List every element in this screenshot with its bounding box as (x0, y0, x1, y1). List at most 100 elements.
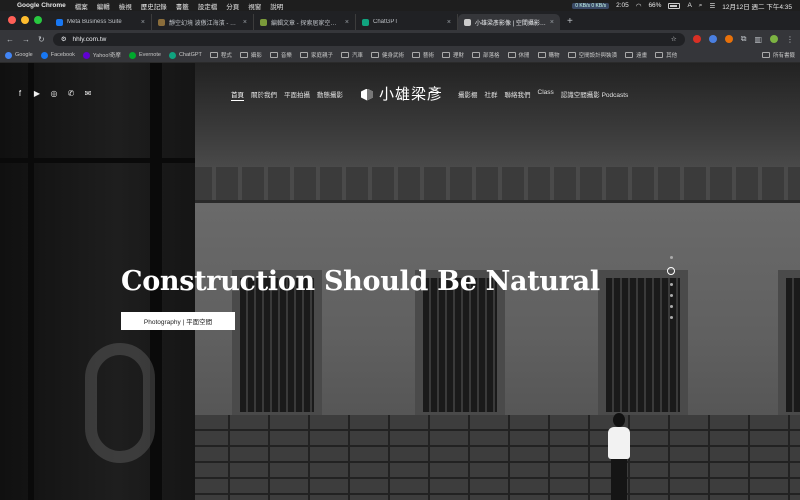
profile-avatar[interactable] (770, 35, 778, 43)
nav-contact[interactable]: 聯絡我們 (505, 89, 531, 99)
instagram-icon[interactable]: ◎ (50, 89, 58, 98)
hero-cta-button[interactable]: Photography | 平面空間 (121, 312, 235, 330)
nav-about[interactable]: 關於我們 (251, 89, 277, 101)
chatgpt-favicon-icon (362, 18, 369, 26)
menu-profiles[interactable]: 設定檔 (198, 1, 218, 11)
reload-icon[interactable]: ↻ (38, 35, 45, 44)
menu-history[interactable]: 歷史記錄 (141, 1, 167, 11)
slide-dot[interactable] (669, 305, 673, 308)
slide-dot[interactable] (669, 256, 673, 259)
all-bookmarks-button[interactable]: 所有書籤 (761, 51, 795, 59)
site-info-icon[interactable]: ⚙ (61, 35, 67, 43)
slide-dot[interactable] (669, 316, 673, 319)
close-window-button[interactable] (8, 16, 16, 24)
bookmark-chatgpt[interactable]: ChatGPT (168, 51, 202, 59)
bookmark-folder-blog[interactable]: 部落格 (472, 51, 500, 59)
bookmark-evernote[interactable]: Evernote (128, 51, 161, 59)
facebook-icon[interactable]: f (16, 89, 24, 98)
menu-bookmarks[interactable]: 書籤 (176, 1, 189, 11)
folder-icon (537, 52, 546, 58)
close-tab-icon[interactable]: × (141, 19, 145, 26)
address-bar[interactable]: ⚙ hhly.com.tw ☆ (52, 32, 685, 46)
search-icon[interactable]: ⌕ (699, 2, 703, 10)
bookmark-folder-art[interactable]: 藝術 (411, 51, 434, 59)
tab-chatgpt[interactable]: ChatGPT × (356, 14, 458, 30)
input-method-icon[interactable]: A (687, 2, 691, 9)
bookmark-folder-drawing[interactable]: 遠畫 (625, 51, 647, 59)
tab-hhly-active[interactable]: 小雄梁彥影像 | 空間攝影 | 室內... × (458, 14, 560, 30)
bookmark-star-icon[interactable]: ☆ (671, 35, 677, 43)
tab-edit-article[interactable]: 編輯文章 - 探索居家空間攝影... × (254, 14, 356, 30)
slider-pagination (667, 256, 675, 319)
minimize-window-button[interactable] (21, 16, 29, 24)
bookmark-folder-finance[interactable]: 理財 (442, 51, 464, 59)
new-tab-button[interactable]: + (560, 16, 580, 30)
bookmark-folder-other[interactable]: 其他 (655, 51, 677, 59)
bookmark-folder-leisure[interactable]: 休閒 (507, 51, 530, 59)
nav-home[interactable]: 首頁 (231, 89, 244, 101)
close-tab-icon[interactable]: × (447, 19, 451, 26)
yahoo-icon (82, 51, 90, 59)
close-tab-icon[interactable]: × (550, 19, 554, 26)
slide-dot[interactable] (669, 294, 673, 297)
menubar-clock[interactable]: 12月12日 週二 下午4:35 (722, 1, 792, 11)
more-menu-icon[interactable]: ⋮ (786, 35, 794, 44)
control-center-icon[interactable]: ☰ (709, 2, 715, 10)
menu-help[interactable]: 說明 (270, 1, 283, 11)
wifi-icon[interactable]: ◠ (636, 2, 642, 10)
menubar-status-area: 0 KB/s 0 KB/s 2:05 ◠ 66% A ⌕ ☰ 12月12日 週二… (572, 1, 792, 11)
network-speed[interactable]: 0 KB/s 0 KB/s (572, 2, 610, 9)
mail-icon[interactable]: ✉ (84, 89, 92, 98)
extension-orange-icon[interactable] (724, 35, 733, 43)
nav-studio[interactable]: 攝影棚 (458, 89, 478, 99)
bookmark-folder-fitness[interactable]: 健身武術 (370, 51, 404, 59)
person-legs (611, 459, 627, 500)
back-arrow-icon[interactable]: ← (6, 35, 14, 44)
nav-community[interactable]: 社群 (485, 89, 498, 99)
bookmark-folder-photography[interactable]: 攝影 (239, 51, 262, 59)
nav-video[interactable]: 動態攝影 (317, 89, 343, 101)
menu-edit[interactable]: 編輯 (97, 1, 110, 11)
facade-beam (28, 63, 34, 500)
youtube-icon[interactable]: ▶ (33, 89, 41, 98)
tab-meta-business-suite[interactable]: Meta Business Suite × (50, 14, 152, 30)
bookmark-folder-family[interactable]: 家庭親子 (299, 51, 333, 59)
bookmark-facebook[interactable]: Facebook (40, 51, 75, 59)
facade-beam (0, 158, 195, 163)
url-text[interactable]: hhly.com.tw (73, 36, 665, 43)
google-icon (5, 51, 12, 59)
zoom-window-button[interactable] (34, 16, 42, 24)
bookmark-label: Facebook (50, 52, 75, 58)
bookmark-folder-interior[interactable]: 空間設計與裝潢 (567, 51, 617, 59)
app-name-menu[interactable]: Google Chrome (17, 2, 66, 9)
close-tab-icon[interactable]: × (345, 19, 349, 26)
nav-class[interactable]: Class (538, 89, 554, 99)
time-indicator[interactable]: 2:05 (616, 2, 629, 9)
tab-travel-article[interactable]: 靜空幻境 波傲江海濱 - 國內外... × (152, 14, 254, 30)
bookmark-folder-shopping[interactable]: 購物 (537, 51, 560, 59)
extension-red-icon[interactable] (692, 35, 701, 43)
nav-still-photography[interactable]: 平面拍攝 (284, 89, 310, 101)
extension-blue-icon[interactable] (708, 35, 717, 43)
battery-icon[interactable] (668, 2, 681, 9)
side-panel-icon[interactable]: ▥ (754, 35, 762, 44)
bookmark-folder-music[interactable]: 音樂 (269, 51, 292, 59)
extensions-puzzle-icon[interactable]: ⧉ (741, 34, 747, 44)
bookmark-folder-code[interactable]: 程式 (209, 51, 232, 59)
nav-podcasts[interactable]: 認識空間攝影 Podcasts (561, 89, 629, 99)
bookmark-yahoo[interactable]: Yahoo!奇摩 (82, 51, 121, 59)
forward-arrow-icon[interactable]: → (22, 35, 30, 44)
close-tab-icon[interactable]: × (243, 19, 247, 26)
menu-view[interactable]: 檢視 (119, 1, 132, 11)
menu-tab[interactable]: 分頁 (226, 1, 239, 11)
bookmark-label: 健身武術 (381, 53, 404, 59)
bookmark-google[interactable]: Google (5, 51, 33, 59)
slide-dot[interactable] (669, 283, 673, 286)
menu-file[interactable]: 檔案 (75, 1, 88, 11)
folder-icon (507, 52, 516, 58)
phone-icon[interactable]: ✆ (67, 89, 75, 98)
bookmark-folder-cars[interactable]: 汽車 (340, 51, 363, 59)
menu-window[interactable]: 視窗 (248, 1, 261, 11)
slide-dot-active[interactable] (667, 267, 675, 275)
site-logo[interactable]: 小雄梁彥 (360, 83, 443, 104)
